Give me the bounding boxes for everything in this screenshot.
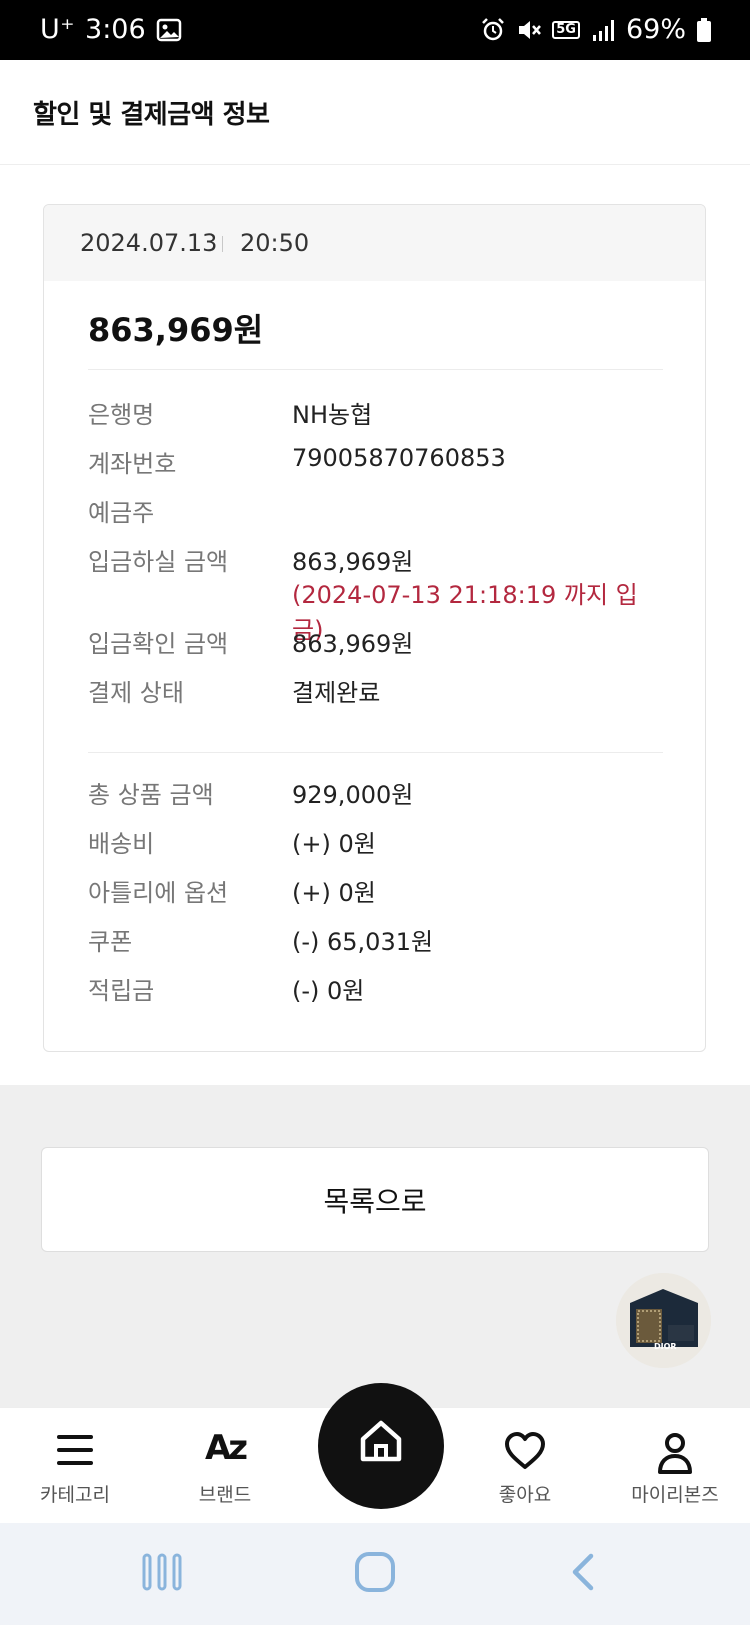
payment-total-amount: 863,969원	[88, 311, 264, 349]
network-type: 5G	[552, 20, 580, 39]
payment-card-header: 2024.07.13 20:50	[44, 205, 705, 281]
nav-item-my[interactable]: 마이리본즈	[600, 1408, 750, 1524]
breakdown-row-shipping: 배송비 (+) 0원	[88, 824, 663, 864]
alarm-icon	[482, 17, 505, 40]
section-divider	[88, 752, 663, 753]
detail-label: 예금주	[88, 499, 155, 527]
breakdown-label: 적립금	[88, 977, 155, 1005]
status-bar: U⁺ 3:06 5G 69%	[0, 0, 750, 60]
detail-value: 79005870760853	[292, 444, 506, 472]
breakdown-value: 929,000원	[292, 781, 414, 809]
detail-row-confirmed-amount: 입금확인 금액 863,969원	[88, 624, 663, 664]
image-notification-icon	[156, 18, 181, 41]
breakdown-value: (-) 0원	[292, 977, 365, 1005]
mute-icon	[519, 20, 542, 39]
detail-label: 입금하실 금액	[88, 548, 229, 576]
breakdown-label: 배송비	[88, 830, 155, 858]
detail-row-payment-status: 결제 상태 결제완료	[88, 673, 663, 713]
user-icon	[658, 1433, 692, 1474]
status-bar-left: U⁺ 3:06	[40, 14, 182, 45]
heart-icon	[505, 1432, 545, 1469]
signal-icon	[592, 19, 614, 41]
system-home-button[interactable]	[345, 1549, 405, 1597]
nav-label-my: 마이리본즈	[631, 1484, 719, 1506]
back-chevron-icon	[572, 1553, 594, 1590]
detail-row-deposit-amount: 입금하실 금액 863,969원 (2024-07-13 21:18:19 까지…	[88, 542, 663, 644]
payment-date: 2024.07.13	[80, 229, 218, 257]
system-navigation-bar	[0, 1523, 750, 1625]
clock: 3:06	[85, 14, 146, 45]
menu-icon	[57, 1435, 93, 1465]
carrier-label: U⁺	[40, 14, 76, 45]
breakdown-label: 쿠폰	[88, 928, 133, 956]
recent-product-thumbnail[interactable]: DIOR	[616, 1273, 711, 1368]
section-divider	[88, 369, 663, 370]
detail-value: 863,969원	[292, 548, 414, 576]
action-area: 목록으로 DIOR	[0, 1085, 750, 1407]
detail-label: 은행명	[88, 401, 155, 429]
page-header: 할인 및 결제금액 정보	[0, 60, 750, 165]
payment-time: 20:50	[240, 229, 310, 257]
breakdown-row-points: 적립금 (-) 0원	[88, 971, 663, 1011]
recent-apps-button[interactable]	[132, 1549, 192, 1597]
breakdown-value: (+) 0원	[292, 879, 376, 907]
detail-value: NH농협	[292, 401, 373, 429]
detail-value: 863,969원	[292, 630, 414, 658]
detail-label: 입금확인 금액	[88, 630, 229, 658]
nav-item-brand[interactable]: Az 브랜드	[150, 1408, 300, 1524]
payment-info-card: 2024.07.13 20:50 863,969원 은행명 NH농협 계좌번호 …	[43, 204, 706, 1052]
breakdown-value: (+) 0원	[292, 830, 376, 858]
breakdown-value: (-) 65,031원	[292, 928, 434, 956]
product-brand-text: DIOR	[654, 1342, 677, 1351]
detail-row-account: 계좌번호 79005870760853	[88, 444, 663, 484]
back-to-list-button[interactable]: 목록으로	[41, 1147, 709, 1252]
payment-status-value: 결제완료	[292, 679, 381, 707]
recent-apps-icon	[142, 1553, 182, 1590]
detail-label: 결제 상태	[88, 679, 184, 707]
detail-row-bank: 은행명 NH농협	[88, 395, 663, 435]
home-button[interactable]	[318, 1383, 444, 1509]
breakdown-row-coupon: 쿠폰 (-) 65,031원	[88, 922, 663, 962]
nav-item-likes[interactable]: 좋아요	[450, 1408, 600, 1524]
breakdown-row-product-total: 총 상품 금액 929,000원	[88, 775, 663, 815]
battery-icon	[697, 17, 711, 42]
date-time-divider	[222, 236, 223, 252]
detail-row-depositor: 예금주	[88, 493, 663, 533]
page-title: 할인 및 결제금액 정보	[33, 100, 270, 130]
detail-label: 계좌번호	[88, 450, 177, 478]
product-thumbnail-image	[616, 1273, 711, 1368]
system-home-icon	[355, 1551, 395, 1592]
breakdown-label: 총 상품 금액	[88, 781, 214, 809]
brand-az-icon: Az	[204, 1428, 248, 1468]
status-bar-right: 5G 69%	[480, 14, 712, 45]
breakdown-row-atelier-option: 아틀리에 옵션 (+) 0원	[88, 873, 663, 913]
nav-item-category[interactable]: 카테고리	[0, 1408, 150, 1524]
nav-label-likes: 좋아요	[498, 1484, 552, 1506]
back-button[interactable]	[555, 1549, 615, 1597]
battery-percent: 69%	[625, 14, 686, 45]
home-icon	[360, 1420, 402, 1462]
nav-label-category: 카테고리	[40, 1484, 110, 1506]
nav-label-brand: 브랜드	[198, 1484, 252, 1506]
breakdown-label: 아틀리에 옵션	[88, 879, 229, 907]
